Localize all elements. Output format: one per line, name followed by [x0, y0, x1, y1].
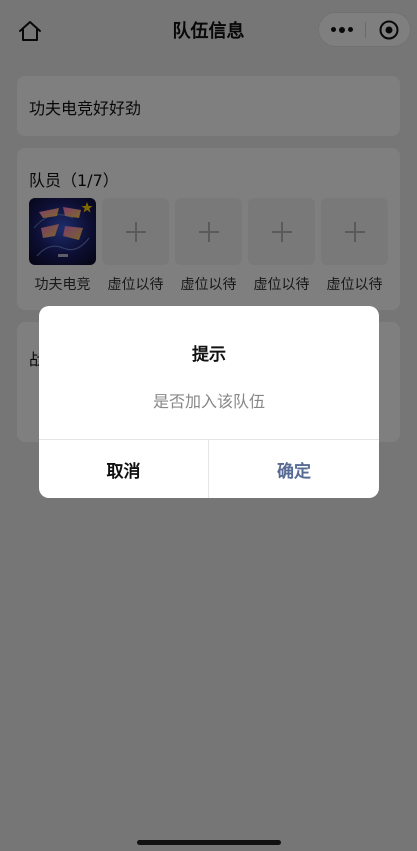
cancel-button[interactable]: 取消 — [39, 440, 208, 498]
confirm-dialog: 提示 是否加入该队伍 取消 确定 — [39, 306, 379, 498]
dialog-title: 提示 — [192, 345, 226, 365]
confirm-button[interactable]: 确定 — [209, 440, 379, 498]
home-indicator — [137, 840, 281, 845]
dialog-message: 是否加入该队伍 — [152, 392, 265, 411]
